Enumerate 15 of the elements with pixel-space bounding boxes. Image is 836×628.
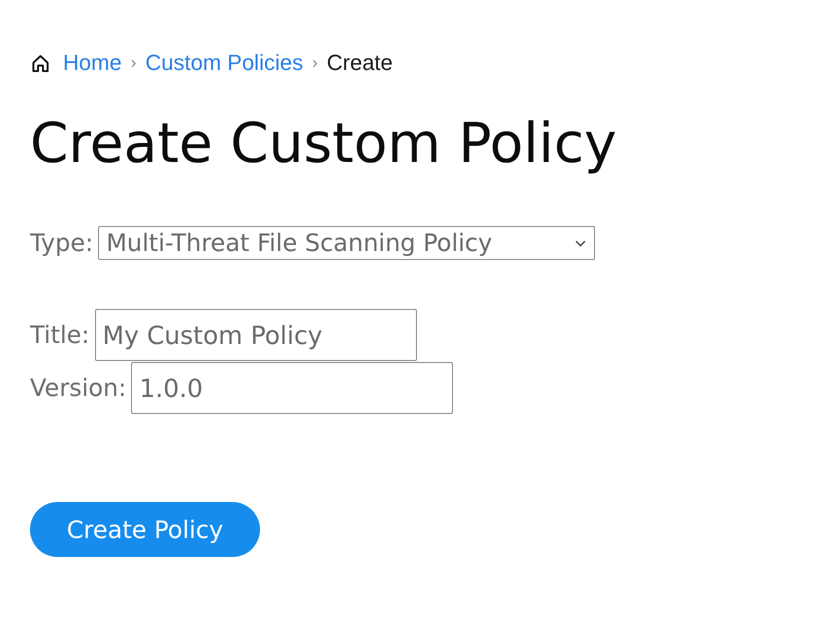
field-label: Version: — [30, 374, 126, 402]
chevron-down-icon — [575, 240, 586, 246]
breadcrumb-separator: › — [130, 53, 136, 73]
page-heading: Create Custom Policy — [30, 110, 618, 176]
home-icon[interactable] — [31, 54, 50, 72]
breadcrumb-current: Create — [326, 50, 393, 76]
create-button[interactable]: Create Policy — [30, 502, 260, 557]
field-label: Title: — [30, 321, 90, 349]
text-input[interactable]: 1.0.0 — [131, 362, 454, 414]
field-label: Type: — [30, 229, 94, 257]
text-input[interactable]: My Custom Policy — [94, 309, 417, 361]
breadcrumb-link[interactable]: Custom Policies — [145, 50, 304, 76]
type-select[interactable]: Multi-Threat File Scanning Policy — [98, 226, 596, 260]
breadcrumb-separator: › — [312, 53, 318, 73]
breadcrumb-link[interactable]: Home — [63, 50, 122, 76]
